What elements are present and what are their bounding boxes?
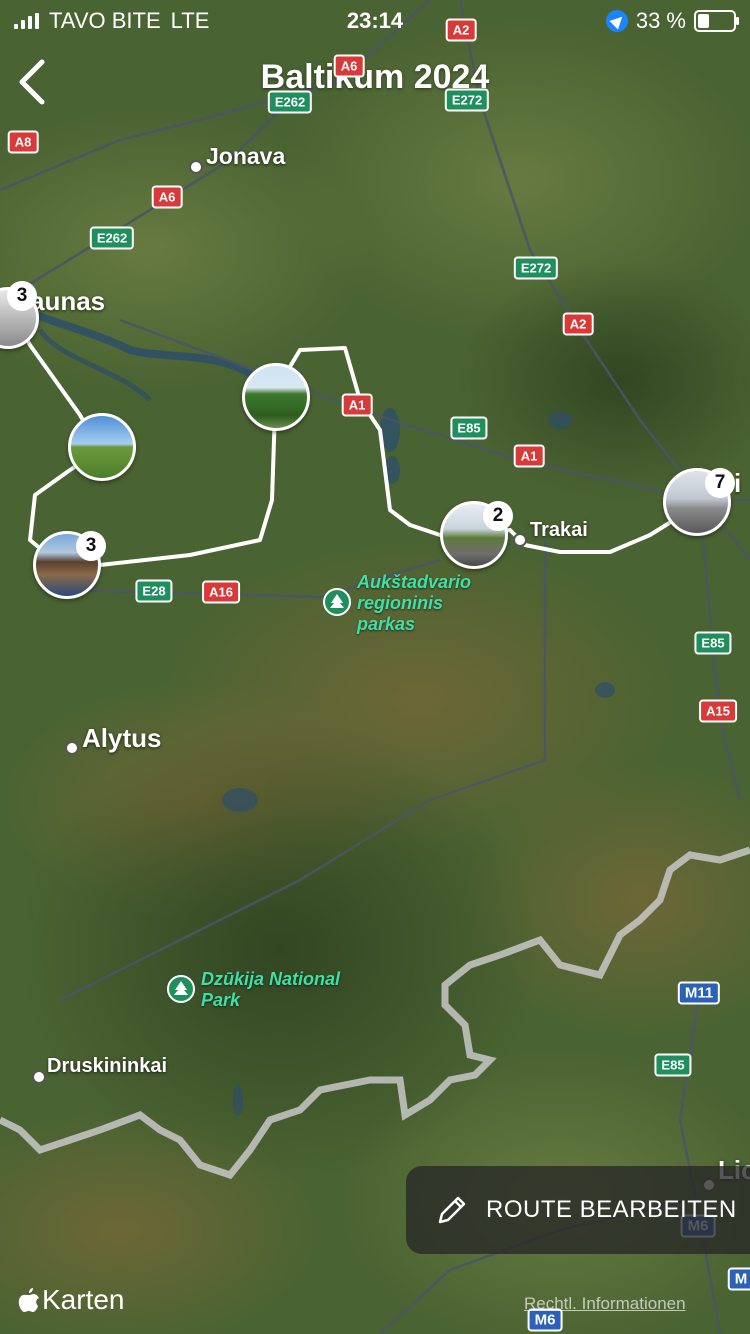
- photo-stop-trees[interactable]: [242, 363, 310, 431]
- road-shield-a1: A1: [513, 444, 545, 468]
- road-shield-m: M: [727, 1267, 750, 1291]
- road-shield-e272: E272: [444, 88, 490, 112]
- tree-icon: [323, 588, 351, 616]
- maps-brand-label: Karten: [42, 1284, 125, 1315]
- road-shield-a1: A1: [341, 393, 373, 417]
- road-shield-e28: E28: [135, 579, 173, 603]
- city-dot-druskininkai: [32, 1070, 46, 1084]
- map-canvas[interactable]: [0, 0, 750, 1334]
- photo-count-badge: 3: [76, 531, 106, 561]
- photo-count-badge: 3: [7, 281, 37, 311]
- location-arrow-icon: [605, 10, 628, 32]
- maps-attribution: Karten: [18, 1284, 125, 1316]
- road-shield-a16: A16: [202, 580, 240, 604]
- road-shield-a2: A2: [445, 18, 477, 42]
- city-dot-jonava: [189, 160, 203, 174]
- photo-count-badge: 7: [705, 468, 735, 498]
- photo-stop-meadow[interactable]: [68, 413, 136, 481]
- road-shield-m11: M11: [677, 981, 721, 1005]
- photo-count-badge: 2: [483, 501, 513, 531]
- road-shield-e262: E262: [89, 226, 135, 250]
- apple-logo-icon: [18, 1288, 39, 1312]
- legal-link[interactable]: Rechtl. Informationen: [524, 1294, 686, 1314]
- road-shield-a6: A6: [333, 54, 365, 78]
- battery-percent: 33 %: [635, 8, 686, 33]
- road-shield-e85: E85: [654, 1053, 692, 1077]
- edit-route-button[interactable]: ROUTE BEARBEITEN: [406, 1166, 750, 1254]
- park-label-dzukija[interactable]: Dzūkija National Park: [201, 969, 351, 1011]
- road-shield-a15: A15: [699, 699, 737, 723]
- page-title: Baltikum 2024: [260, 58, 490, 96]
- city-dot-alytus: [65, 741, 79, 755]
- city-label-alytus[interactable]: Alytus: [82, 723, 161, 754]
- tree-icon: [167, 975, 195, 1003]
- city-dot-trakai: [513, 533, 527, 547]
- city-label-kaunas[interactable]: aunas: [30, 286, 105, 317]
- road-shield-a2: A2: [562, 312, 594, 336]
- pencil-icon: [438, 1196, 466, 1224]
- road-shield-a8: A8: [7, 130, 39, 154]
- road-shield-e85: E85: [450, 416, 488, 440]
- road-shield-e262: E262: [267, 90, 313, 114]
- edit-route-label: ROUTE BEARBEITEN: [486, 1196, 737, 1223]
- city-label-jonava[interactable]: Jonava: [206, 143, 285, 170]
- city-label-trakai[interactable]: Trakai: [530, 519, 588, 542]
- road-shield-a6: A6: [151, 185, 183, 209]
- city-label-druskininkai[interactable]: Druskininkai: [47, 1055, 167, 1078]
- status-bar: TAVO BITE LTE 23:14 33 %: [0, 0, 750, 40]
- road-shield-e272: E272: [513, 256, 559, 280]
- city-label-vilnius[interactable]: i: [734, 468, 741, 499]
- road-shield-e85: E85: [694, 631, 732, 655]
- status-right: 33 %: [605, 8, 739, 34]
- park-label-aukstadvario[interactable]: Aukštadvario regioninis parkas: [357, 572, 497, 635]
- battery-icon: [694, 10, 739, 32]
